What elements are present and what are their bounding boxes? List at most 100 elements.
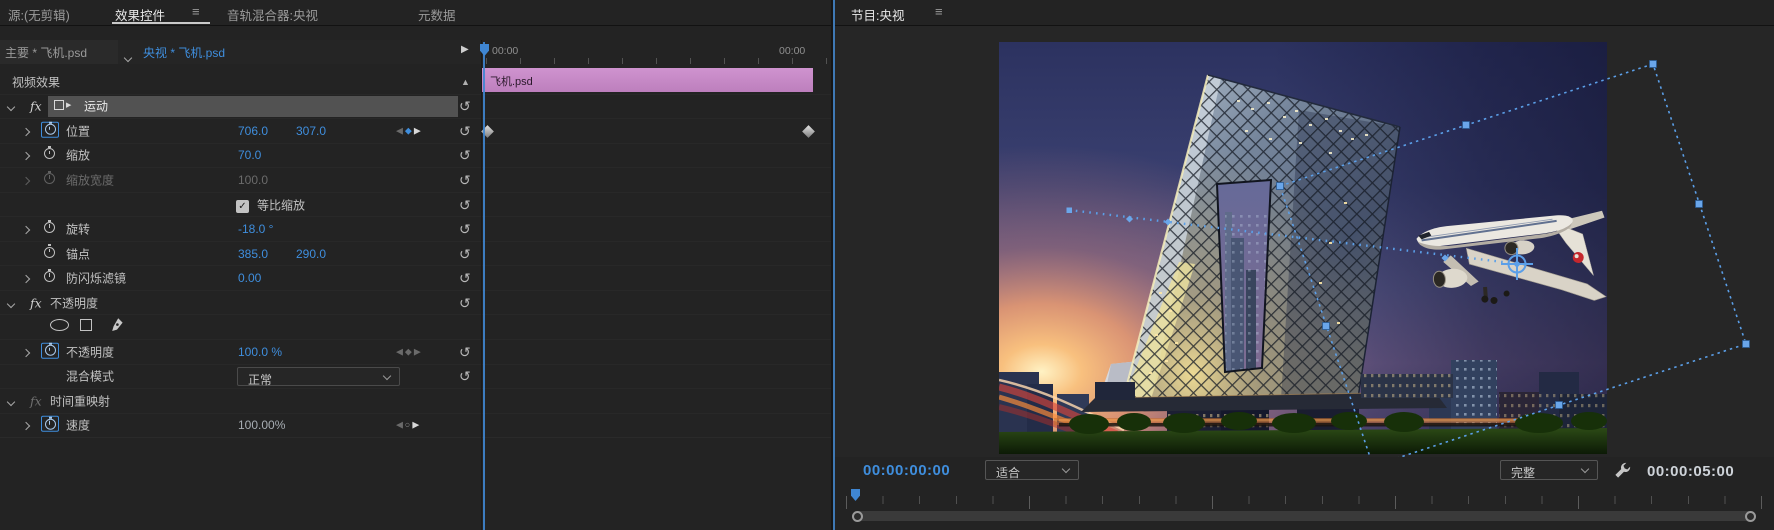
tab-audio-mixer[interactable]: 音轨混合器:央视: [227, 5, 318, 24]
pen-mask-icon[interactable]: [110, 317, 125, 337]
reset-icon[interactable]: ↺: [459, 148, 471, 162]
speed-value[interactable]: 100.00%: [238, 418, 285, 432]
timeline-ruler-ticks[interactable]: [486, 58, 830, 64]
reset-icon[interactable]: ↺: [459, 124, 471, 138]
chevron-down-icon: [1580, 464, 1590, 474]
anchor-point-row: 锚点 385.0 290.0 ↺: [0, 242, 831, 267]
premiere-workspace: 源:(无剪辑) 效果控件 ≡ 音轨混合器:央视 元数据 主要 * 飞机.psd …: [0, 0, 1774, 530]
fx-badge-icon[interactable]: fx: [30, 99, 42, 114]
reset-icon[interactable]: ↺: [459, 99, 471, 113]
motion-section-row[interactable]: fx ▶ 运动 ↺: [0, 95, 831, 120]
tab-metadata[interactable]: 元数据: [418, 5, 456, 24]
keyframe-navigator[interactable]: ◀◆▶: [396, 346, 423, 357]
chevron-right-icon[interactable]: [21, 269, 31, 287]
program-zoom-scrollbar[interactable]: [852, 511, 1756, 521]
position-row: 位置 706.0 307.0 ◀◆▶ ↺: [0, 119, 831, 144]
stopwatch-icon[interactable]: [41, 342, 59, 362]
uniform-scale-row: ✓ 等比缩放 ↺: [0, 193, 831, 218]
timeline-clip-bar[interactable]: 飞机.psd: [482, 68, 813, 92]
settings-wrench-icon[interactable]: [1613, 461, 1632, 485]
chevron-right-icon[interactable]: [21, 416, 31, 434]
params-timeline-divider[interactable]: [481, 40, 482, 530]
reset-icon[interactable]: ↺: [459, 271, 471, 285]
chevron-right-icon[interactable]: [21, 343, 31, 361]
show-timeline-icon[interactable]: ▶: [461, 44, 469, 55]
scale-width-value: 100.0: [238, 172, 269, 187]
zoom-level-select[interactable]: 适合: [985, 460, 1079, 480]
anchor-x-value[interactable]: 385.0: [238, 247, 268, 261]
stopwatch-icon[interactable]: [44, 219, 55, 238]
opacity-section-row[interactable]: fx 不透明度 ↺: [0, 291, 831, 316]
panel-menu-icon[interactable]: ≡: [192, 4, 200, 19]
rotation-value[interactable]: -18.0 °: [238, 222, 273, 236]
effects-rows: 视频效果 ▲ fx ▶ 运动 ↺ 位置 706.0 307.0 ◀◆▶ ↺ 缩放…: [0, 70, 831, 439]
scale-value[interactable]: 70.0: [238, 148, 261, 162]
program-time-ruler[interactable]: [846, 496, 1768, 509]
sequence-duration: 00:00:05:00: [1647, 463, 1735, 480]
position-x-value[interactable]: 706.0: [238, 124, 268, 138]
clip-selector-row: 主要 * 飞机.psd 央视 * 飞机.psd ▶: [0, 40, 481, 64]
rotation-label: 旋转: [66, 222, 91, 237]
stopwatch-icon[interactable]: [41, 416, 59, 435]
scrollbar-left-handle[interactable]: [852, 510, 863, 522]
position-y-value[interactable]: 307.0: [296, 124, 326, 138]
fx-badge-icon: fx: [30, 393, 42, 409]
blend-mode-row: 混合模式 正常 ↺: [0, 365, 831, 390]
position-label: 位置: [66, 124, 91, 139]
opacity-value[interactable]: 100.0 %: [238, 345, 282, 359]
playback-resolution-select[interactable]: 完整: [1500, 460, 1598, 480]
reset-icon[interactable]: ↺: [459, 369, 471, 383]
zoom-level-value: 适合: [996, 465, 1021, 480]
sequence-clip-label[interactable]: 央视 * 飞机.psd: [143, 44, 225, 61]
uniform-scale-label: 等比缩放: [257, 198, 306, 212]
reset-icon[interactable]: ↺: [459, 247, 471, 261]
timeline-start-time: 00:00: [492, 45, 519, 57]
ellipse-mask-icon[interactable]: [50, 318, 69, 336]
scrollbar-right-handle[interactable]: [1745, 510, 1756, 522]
stopwatch-icon[interactable]: [44, 146, 55, 164]
master-clip-label[interactable]: 主要 * 飞机.psd: [5, 44, 87, 61]
keyframe-navigator[interactable]: ◀○▶: [396, 420, 421, 431]
reset-icon[interactable]: ↺: [459, 198, 471, 212]
chevron-right-icon[interactable]: [21, 171, 31, 189]
stopwatch-icon[interactable]: [41, 121, 59, 141]
chevron-right-icon[interactable]: [21, 122, 31, 140]
reset-icon[interactable]: ↺: [459, 296, 471, 310]
chevron-down-icon[interactable]: [6, 392, 16, 410]
transform-overlay[interactable]: [835, 26, 1774, 457]
blend-mode-select[interactable]: 正常: [237, 367, 400, 387]
anchor-point-crosshair: [1501, 248, 1533, 280]
uniform-scale-checkbox[interactable]: ✓: [236, 196, 249, 214]
reset-icon[interactable]: ↺: [459, 345, 471, 359]
speed-row: 速度 100.00% ◀○▶: [0, 414, 831, 439]
chevron-down-icon[interactable]: [123, 48, 133, 66]
effect-controls-panel: 源:(无剪辑) 效果控件 ≡ 音轨混合器:央视 元数据 主要 * 飞机.psd …: [0, 0, 831, 530]
tab-program[interactable]: 节目:央视: [851, 5, 904, 24]
chevron-down-icon[interactable]: [6, 97, 16, 115]
keyframe-navigator[interactable]: ◀◆▶: [396, 125, 423, 136]
effect-controls-playhead[interactable]: [483, 42, 485, 530]
playback-resolution-value: 完整: [1511, 465, 1536, 480]
rect-mask-icon[interactable]: [80, 318, 92, 336]
blend-mode-value: 正常: [248, 372, 273, 387]
panel-menu-icon[interactable]: ≡: [935, 4, 943, 19]
collapse-icon[interactable]: ▲: [461, 77, 470, 87]
tab-source[interactable]: 源:(无剪辑): [8, 5, 70, 24]
program-control-bar: 00:00:00:00 适合 完整 00:00:05:00: [835, 457, 1774, 530]
transform-icon[interactable]: ▶: [54, 97, 71, 115]
anchor-y-value[interactable]: 290.0: [296, 247, 326, 261]
program-monitor-panel: 节目:央视 ≡ 00:00:00:00 适合 完整 00:00:05:00: [835, 0, 1774, 530]
time-remap-section-row[interactable]: fx 时间重映射: [0, 389, 831, 414]
chevron-down-icon[interactable]: [6, 294, 16, 312]
stopwatch-icon[interactable]: [44, 244, 55, 263]
program-video-area[interactable]: [835, 26, 1774, 457]
fx-badge-icon[interactable]: fx: [30, 295, 42, 310]
current-timecode[interactable]: 00:00:00:00: [863, 462, 950, 479]
antiflicker-value[interactable]: 0.00: [238, 271, 261, 285]
chevron-right-icon[interactable]: [21, 146, 31, 164]
chevron-right-icon[interactable]: [21, 220, 31, 238]
opacity-row: 不透明度 100.0 % ◀◆▶ ↺: [0, 340, 831, 365]
reset-icon[interactable]: ↺: [459, 173, 471, 187]
stopwatch-icon[interactable]: [44, 268, 55, 287]
reset-icon[interactable]: ↺: [459, 222, 471, 236]
